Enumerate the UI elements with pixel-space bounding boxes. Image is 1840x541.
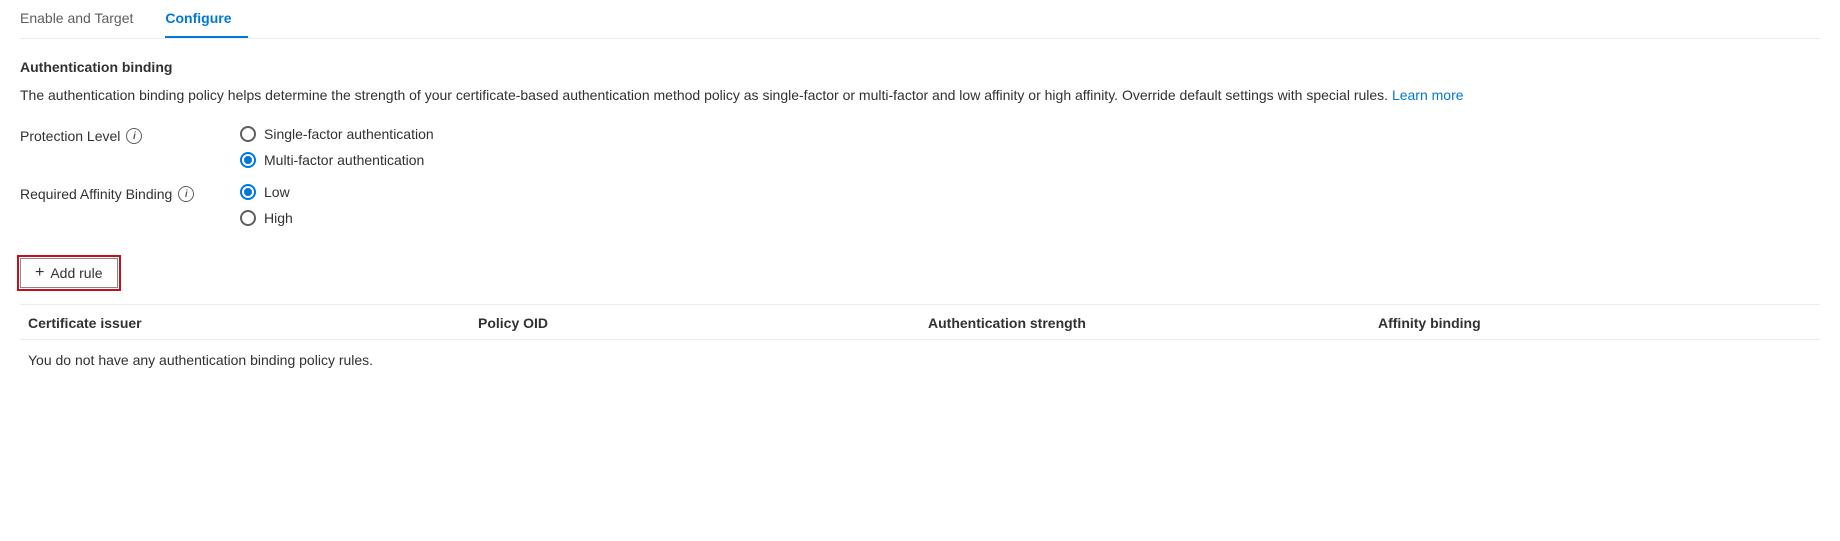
tab-configure[interactable]: Configure (165, 0, 247, 38)
page-container: Enable and Target Configure Authenticati… (0, 0, 1840, 400)
section-title: Authentication binding (20, 59, 1820, 75)
rules-table: Certificate issuer Policy OID Authentica… (20, 304, 1820, 380)
add-rule-button[interactable]: + Add rule (20, 258, 118, 288)
radio-high[interactable]: High (240, 210, 293, 226)
radio-low[interactable]: Low (240, 184, 293, 200)
table-header-affinity-binding: Affinity binding (1370, 315, 1820, 331)
tabs-bar: Enable and Target Configure (20, 0, 1820, 39)
protection-level-row: Protection Level i Single-factor authent… (20, 126, 1820, 168)
radio-multi-factor[interactable]: Multi-factor authentication (240, 152, 434, 168)
affinity-binding-label: Required Affinity Binding i (20, 184, 240, 202)
table-header-authentication-strength: Authentication strength (920, 315, 1370, 331)
table-header-certificate-issuer: Certificate issuer (20, 315, 470, 331)
affinity-binding-row: Required Affinity Binding i Low High (20, 184, 1820, 226)
radio-low-input[interactable] (240, 184, 256, 200)
section-description: The authentication binding policy helps … (20, 85, 1720, 106)
protection-level-info-icon[interactable]: i (126, 128, 142, 144)
protection-level-label: Protection Level i (20, 126, 240, 144)
table-empty-message: You do not have any authentication bindi… (20, 340, 1820, 380)
affinity-binding-radio-group: Low High (240, 184, 293, 226)
table-header: Certificate issuer Policy OID Authentica… (20, 305, 1820, 340)
radio-single-factor[interactable]: Single-factor authentication (240, 126, 434, 142)
table-header-policy-oid: Policy OID (470, 315, 920, 331)
radio-high-input[interactable] (240, 210, 256, 226)
radio-single-factor-input[interactable] (240, 126, 256, 142)
protection-level-radio-group: Single-factor authentication Multi-facto… (240, 126, 434, 168)
tab-enable-and-target[interactable]: Enable and Target (20, 0, 149, 38)
affinity-binding-info-icon[interactable]: i (178, 186, 194, 202)
radio-multi-factor-input[interactable] (240, 152, 256, 168)
learn-more-link[interactable]: Learn more (1392, 87, 1464, 103)
plus-icon: + (35, 265, 44, 281)
